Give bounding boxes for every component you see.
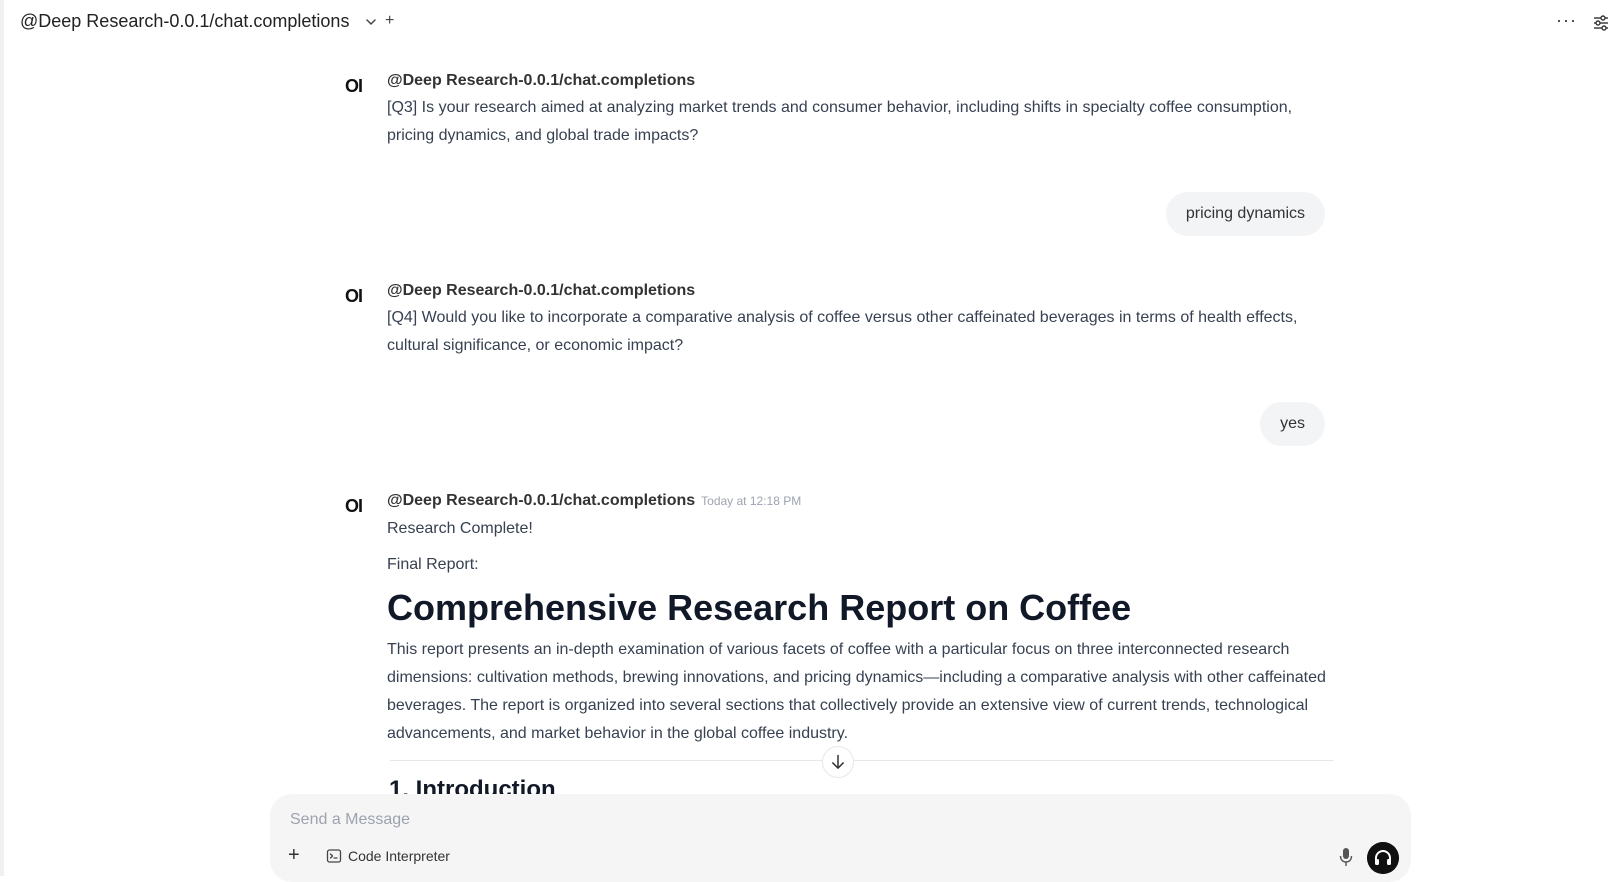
microphone-icon[interactable] <box>1337 847 1355 867</box>
arrow-down-icon[interactable] <box>822 746 854 778</box>
research-status: Research Complete! <box>387 520 533 537</box>
chevron-down-icon[interactable] <box>363 14 379 30</box>
avatar: OI <box>345 286 363 306</box>
terminal-icon <box>326 849 342 863</box>
code-interpreter-label: Code Interpreter <box>348 848 450 864</box>
sender-name: @Deep Research-0.0.1/chat.completions <box>387 72 696 89</box>
message-body: @Deep Research-0.0.1/chat.completions [Q… <box>387 282 1327 360</box>
report-title: Comprehensive Research Report on Coffee <box>387 587 1132 628</box>
more-options-button[interactable]: ··· <box>1556 10 1577 31</box>
message-body: @Deep Research-0.0.1/chat.completions Tod… <box>387 492 1327 748</box>
sender-name: @Deep Research-0.0.1/chat.completions <box>387 282 696 299</box>
model-selector[interactable]: @Deep Research-0.0.1/chat.completions <box>20 11 349 32</box>
sender-name-text: @Deep Research-0.0.1/chat.completions <box>387 492 696 509</box>
sliders-icon[interactable] <box>1592 14 1610 32</box>
user-message-bubble: yes <box>1260 402 1325 446</box>
avatar: OI <box>345 496 363 516</box>
final-report-label: Final Report: <box>387 556 479 573</box>
message-timestamp: Today at 12:18 PM <box>701 494 802 508</box>
user-message-bubble: pricing dynamics <box>1165 192 1325 236</box>
message-composer: + Code Interpreter <box>270 794 1411 882</box>
message-text: [Q4] Would you like to incorporate a com… <box>387 309 1298 354</box>
code-interpreter-toggle[interactable]: Code Interpreter <box>326 846 450 866</box>
avatar: OI <box>345 76 363 96</box>
headphones-icon[interactable] <box>1367 842 1399 874</box>
attach-button[interactable]: + <box>288 844 300 867</box>
sender-name: @Deep Research-0.0.1/chat.completions Tod… <box>387 492 1327 510</box>
message-body: @Deep Research-0.0.1/chat.completions [Q… <box>387 72 1327 150</box>
message-text: [Q3] Is your research aimed at analyzing… <box>387 99 1293 144</box>
window-left-border <box>0 0 4 876</box>
top-bar: @Deep Research-0.0.1/chat.completions + … <box>0 0 1621 46</box>
section-divider <box>390 760 1334 761</box>
report-intro: This report presents an in-depth examina… <box>387 641 1326 742</box>
message-input[interactable] <box>288 808 1272 832</box>
add-model-button[interactable]: + <box>385 12 394 30</box>
